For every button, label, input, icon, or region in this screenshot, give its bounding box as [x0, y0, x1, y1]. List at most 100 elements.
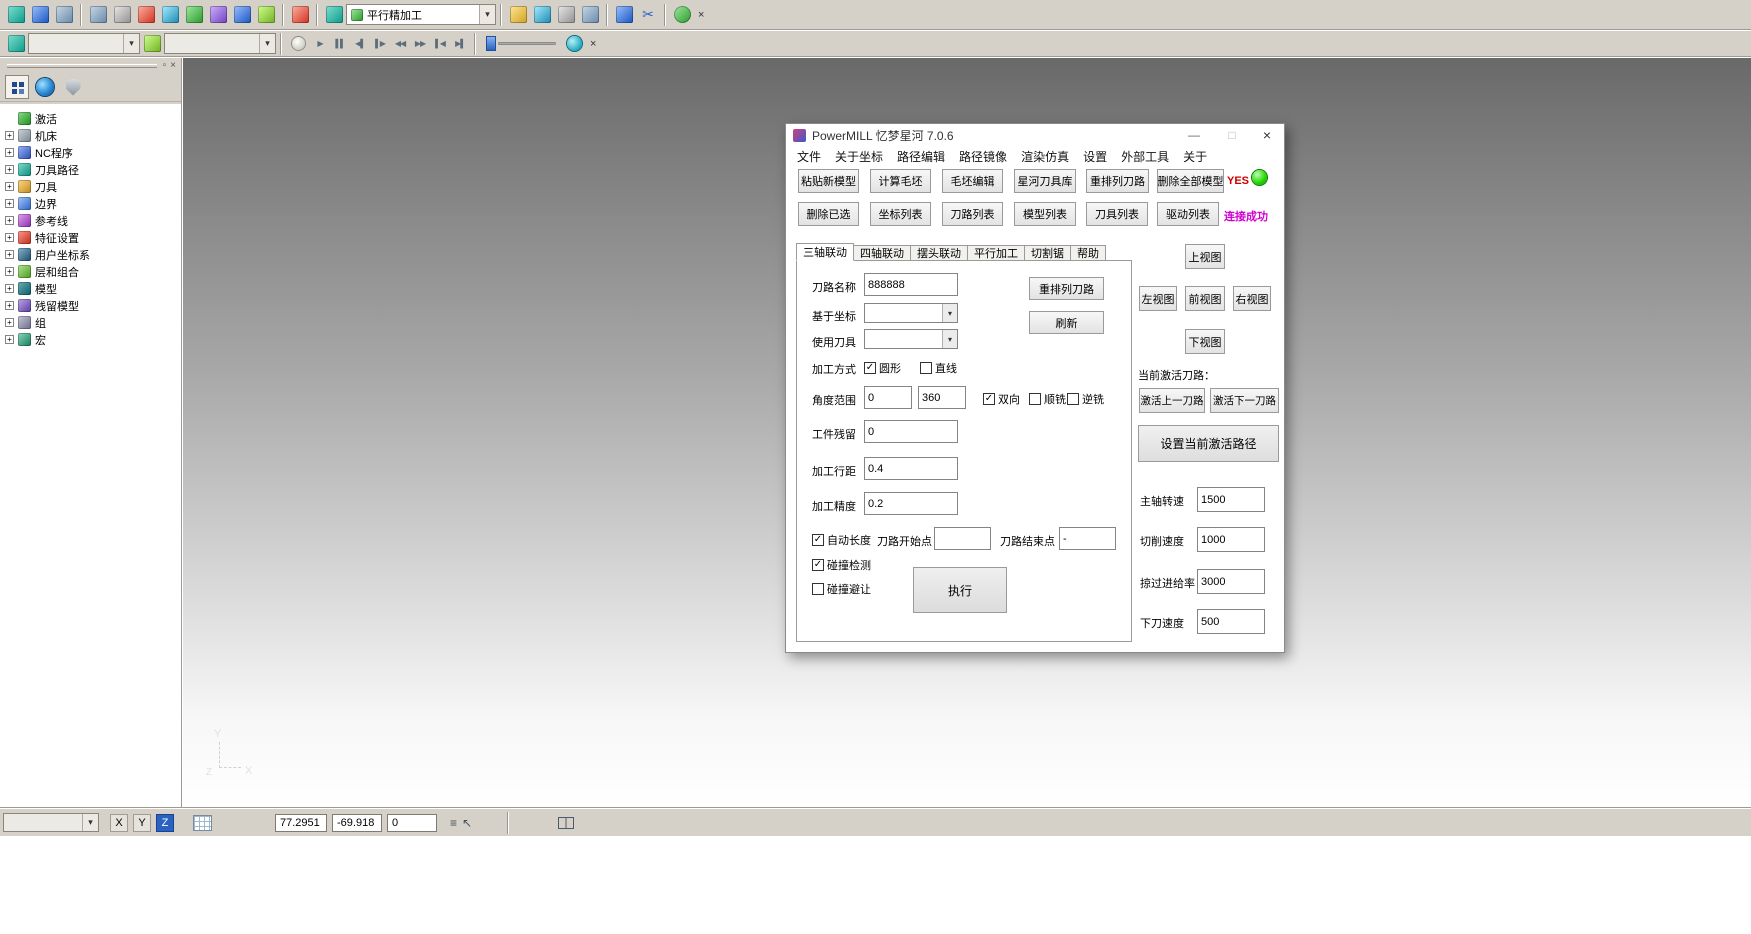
collision-check-checkbox[interactable]: ✓ [812, 559, 824, 571]
expand-icon[interactable]: + [5, 233, 14, 242]
top-view-button[interactable]: 上视图 [1185, 244, 1225, 269]
x-axis-button[interactable]: X [110, 814, 128, 832]
speed-slider-track[interactable] [498, 42, 556, 45]
layer-edit-button[interactable] [254, 3, 278, 27]
toolpath-strategy-button[interactable] [322, 3, 346, 27]
tree-item-boundaries[interactable]: + 边界 [0, 195, 181, 212]
menu-settings[interactable]: 设置 [1076, 148, 1114, 165]
slide-button[interactable] [134, 3, 158, 27]
execute-button[interactable]: 执行 [913, 567, 1007, 613]
rearrange-toolpaths-button[interactable]: 重排列刀路 [1086, 169, 1149, 193]
spindle-speed-input[interactable]: 1500 [1197, 487, 1265, 512]
based-coord-combo[interactable]: ▾ [864, 303, 958, 323]
climb-checkbox-row[interactable]: 顺铣 [1029, 391, 1066, 407]
pause-button[interactable]: ▌▌ [330, 34, 350, 54]
auto-length-checkbox[interactable]: ✓ [812, 534, 824, 546]
stats-button[interactable] [530, 3, 554, 27]
tab-help[interactable]: 帮助 [1071, 245, 1106, 261]
toolbar-close-button[interactable]: × [694, 9, 708, 21]
expand-icon[interactable]: + [5, 318, 14, 327]
expand-icon[interactable]: + [5, 182, 14, 191]
expand-icon[interactable]: + [5, 148, 14, 157]
expand-icon[interactable]: + [5, 165, 14, 174]
right-view-button[interactable]: 右视图 [1233, 286, 1271, 311]
erase-pen-button[interactable] [206, 3, 230, 27]
explorer-shield-button[interactable] [61, 75, 85, 99]
go-to-start-button[interactable]: ▌◀ [430, 34, 450, 54]
menu-coordinates[interactable]: 关于坐标 [828, 148, 890, 165]
chevron-down-icon[interactable]: ▾ [942, 304, 957, 322]
fast-forward-button[interactable]: ▶▶ [410, 34, 430, 54]
step-forward-button[interactable]: ▌▶ [370, 34, 390, 54]
use-tool-combo[interactable]: ▾ [864, 329, 958, 349]
print-button[interactable] [52, 3, 76, 27]
stepover-input[interactable]: 0.4 [864, 457, 958, 480]
drive-list-button[interactable]: 驱动列表 [1157, 202, 1219, 226]
panel-grip[interactable] [7, 64, 157, 68]
simulate-light-button[interactable] [286, 32, 310, 56]
paste-new-model-button[interactable]: 粘贴新模型 [798, 169, 859, 193]
tree-item-patterns[interactable]: + 参考线 [0, 212, 181, 229]
coord-y-input[interactable]: -69.918 [332, 814, 382, 832]
dialog-titlebar[interactable]: PowerMILL 忆梦星河 7.0.6 [786, 124, 1284, 146]
simulation-speed-button[interactable] [562, 32, 586, 56]
expand-icon[interactable]: + [5, 267, 14, 276]
tool-library-button[interactable]: 星河刀具库 [1014, 169, 1076, 193]
diamond-nav-button[interactable] [230, 3, 254, 27]
tree-item-toolpaths[interactable]: + 刀具路径 [0, 161, 181, 178]
tab-tilt-head[interactable]: 摆头联动 [911, 245, 968, 261]
tab-3axis[interactable]: 三轴联动 [796, 243, 854, 261]
tree-item-levels-sets[interactable]: + 层和组合 [0, 263, 181, 280]
plunge-speed-input[interactable]: 500 [1197, 609, 1265, 634]
tolerance-input[interactable]: 0.2 [864, 492, 958, 515]
tool-combo[interactable]: ▾ [164, 33, 276, 54]
tree-item-feature-sets[interactable]: + 特征设置 [0, 229, 181, 246]
curve-pen-button[interactable] [182, 3, 206, 27]
explorer-world-button[interactable] [33, 75, 57, 99]
angle-from-input[interactable]: 0 [864, 386, 912, 409]
auto-length-checkbox-row[interactable]: ✓ 自动长度 [812, 532, 871, 548]
bidirectional-checkbox-row[interactable]: ✓ 双向 [983, 391, 1020, 407]
tree-item-models[interactable]: + 模型 [0, 280, 181, 297]
coord-x-input[interactable]: 77.2951 [275, 814, 327, 832]
split-window-icon[interactable] [558, 817, 574, 829]
conventional-checkbox-row[interactable]: 逆铣 [1067, 391, 1104, 407]
circle-checkbox[interactable]: ✓ [864, 362, 876, 374]
calculator-button[interactable] [578, 3, 602, 27]
rearrange-button[interactable]: 重排列刀路 [1029, 277, 1104, 300]
front-view-button[interactable]: 前视图 [1185, 286, 1225, 311]
panel-close-button[interactable]: × [168, 60, 178, 71]
expand-icon[interactable]: + [5, 131, 14, 140]
z-axis-button[interactable]: Z [156, 814, 174, 832]
tools-button[interactable] [506, 3, 530, 27]
binoculars-button[interactable] [670, 3, 694, 27]
tree-item-machine-tool[interactable]: + 机床 [0, 127, 181, 144]
close-icon[interactable]: × [1252, 124, 1282, 146]
collision-avoid-checkbox-row[interactable]: 碰撞避让 [812, 581, 871, 597]
end-point-input[interactable]: - [1059, 527, 1116, 550]
circle-checkbox-row[interactable]: ✓ 圆形 [864, 360, 901, 376]
expand-icon[interactable]: + [5, 301, 14, 310]
status-combo[interactable]: ▾ [3, 813, 99, 832]
tree-item-tools[interactable]: + 刀具 [0, 178, 181, 195]
chevron-down-icon[interactable]: ▾ [123, 34, 139, 53]
tree-item-nc-programs[interactable]: + NC程序 [0, 144, 181, 161]
activate-prev-button[interactable]: 激活上一刀路 [1139, 388, 1205, 413]
tree-item-macros[interactable]: + 宏 [0, 331, 181, 348]
toolpath-select-button[interactable] [4, 32, 28, 56]
expand-icon[interactable]: + [5, 216, 14, 225]
play-button[interactable]: ▶ [310, 34, 330, 54]
toolpath-combo[interactable]: ▾ [28, 33, 140, 54]
bidirectional-checkbox[interactable]: ✓ [983, 393, 995, 405]
tree-item-activate[interactable]: 激活 [0, 110, 181, 127]
grid-icon[interactable] [193, 815, 212, 831]
set-active-path-button[interactable]: 设置当前激活路径 [1138, 425, 1279, 462]
maximize-button[interactable]: □ [1217, 124, 1247, 146]
list-icon[interactable]: ≡ [450, 816, 457, 830]
left-view-button[interactable]: 左视图 [1139, 286, 1177, 311]
expand-icon[interactable]: + [5, 335, 14, 344]
bottom-view-button[interactable]: 下视图 [1185, 329, 1225, 354]
explorer-tree-button[interactable] [5, 75, 29, 99]
menu-about[interactable]: 关于 [1176, 148, 1214, 165]
rewind-button[interactable]: ◀◀ [390, 34, 410, 54]
